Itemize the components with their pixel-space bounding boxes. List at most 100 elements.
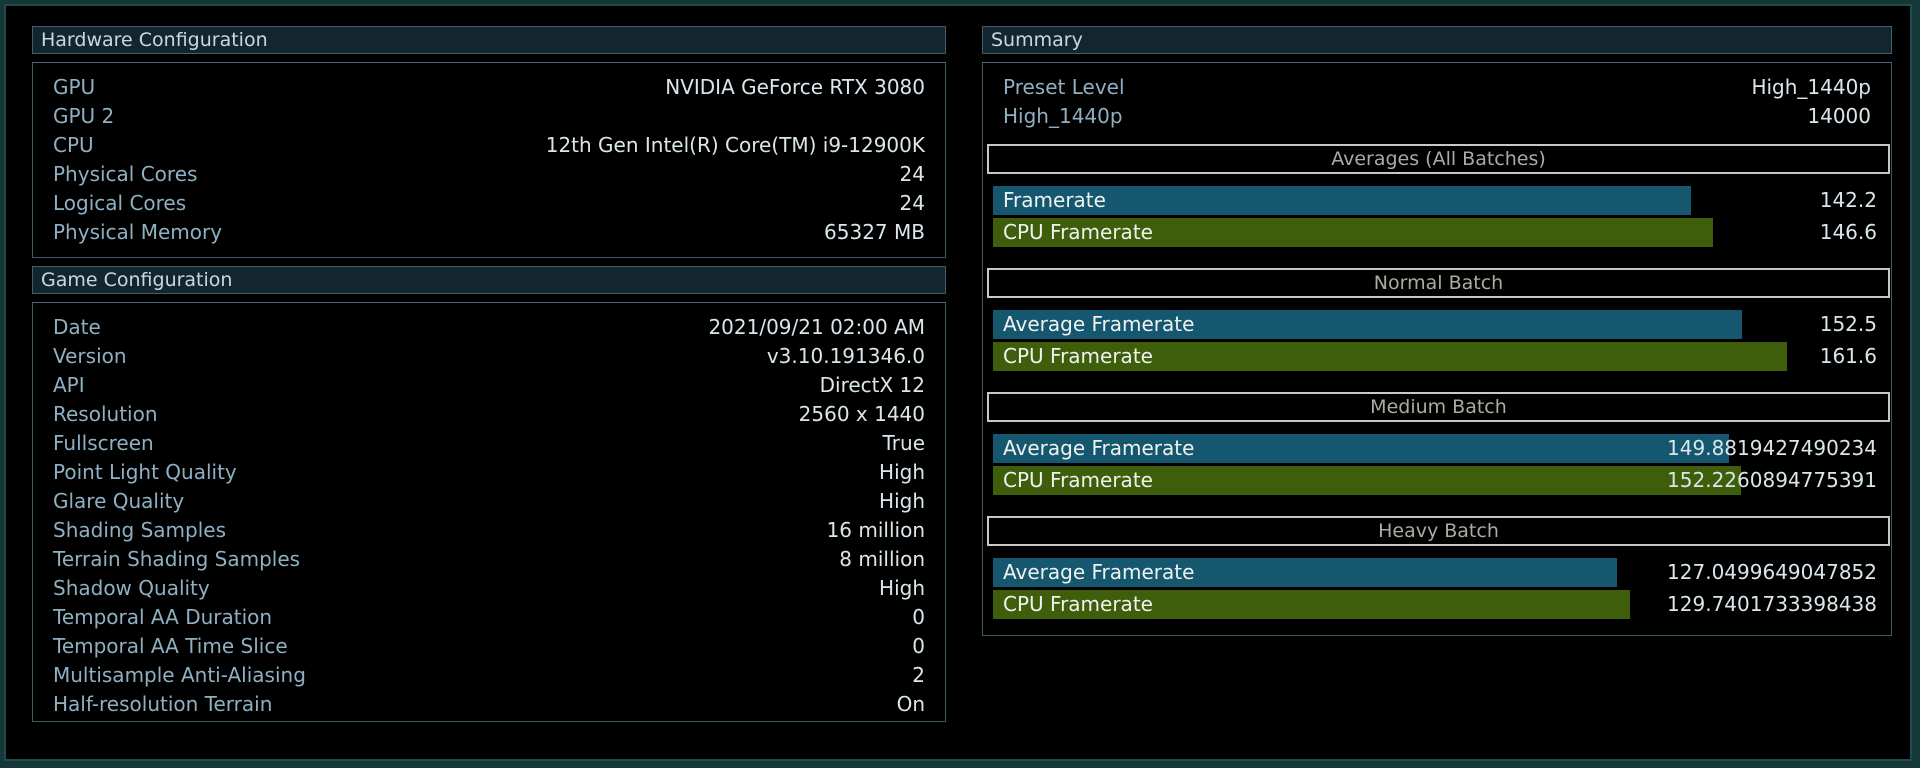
hw-row-physical-memory: Physical Memory 65327 MB	[53, 218, 925, 247]
game-row: Version v3.10.191346.0	[53, 342, 925, 371]
game-value: True	[882, 431, 925, 455]
game-value: High	[879, 460, 925, 484]
hw-label: Physical Memory	[53, 220, 223, 244]
hw-label: GPU 2	[53, 104, 115, 128]
hardware-config-panel: GPU NVIDIA GeForce RTX 3080 GPU 2 CPU 12…	[32, 62, 946, 258]
game-row: Glare Quality High	[53, 487, 925, 516]
bar-value: 152.2260894775391	[1667, 468, 1877, 492]
bar-label: Framerate	[1003, 188, 1106, 212]
bar-label: CPU Framerate	[1003, 220, 1153, 244]
cpu-framerate-bar-row: CPU Framerate 161.6	[993, 342, 1877, 371]
cpu-framerate-bar-row: CPU Framerate 152.2260894775391	[993, 466, 1877, 495]
hardware-config-header: Hardware Configuration	[32, 26, 946, 54]
average-framerate-bar-row: Average Framerate 149.8819427490234	[993, 434, 1877, 463]
bar-label: Average Framerate	[1003, 560, 1195, 584]
game-label: API	[53, 373, 85, 397]
hw-value: 24	[899, 191, 925, 215]
hw-label: GPU	[53, 75, 96, 99]
score-value: 14000	[1807, 104, 1871, 128]
bar-value: 146.6	[1819, 220, 1877, 244]
bar-value: 142.2	[1819, 188, 1877, 212]
left-column: Hardware Configuration GPU NVIDIA GeForc…	[32, 26, 946, 722]
game-label: Version	[53, 344, 127, 368]
game-row: Shadow Quality High	[53, 574, 925, 603]
score-label: High_1440p	[1003, 104, 1123, 128]
hw-value: 12th Gen Intel(R) Core(TM) i9-12900K	[545, 133, 925, 157]
game-value: DirectX 12	[819, 373, 925, 397]
hw-row-physical-cores: Physical Cores 24	[53, 160, 925, 189]
hw-row-gpu2: GPU 2	[53, 102, 925, 131]
medium-batch-header: Medium Batch	[987, 392, 1890, 422]
bar-value: 152.5	[1819, 312, 1877, 336]
bar-label: Average Framerate	[1003, 436, 1195, 460]
game-config-header: Game Configuration	[32, 266, 946, 294]
framerate-bar-row: Framerate 142.2	[993, 186, 1877, 215]
game-value: 0	[912, 634, 925, 658]
score-row: High_1440p 14000	[1003, 102, 1871, 131]
bar-value: 129.7401733398438	[1667, 592, 1877, 616]
game-row: Shading Samples 16 million	[53, 516, 925, 545]
game-value: v3.10.191346.0	[766, 344, 925, 368]
cpu-framerate-bar-row: CPU Framerate 146.6	[993, 218, 1877, 247]
game-value: 0	[912, 605, 925, 629]
hw-row-gpu: GPU NVIDIA GeForce RTX 3080	[53, 73, 925, 102]
game-label: Half-resolution Terrain	[53, 692, 273, 716]
game-row: Half-resolution Terrain On	[53, 690, 925, 719]
average-framerate-bar-row: Average Framerate 152.5	[993, 310, 1877, 339]
summary-header: Summary	[982, 26, 1892, 54]
averages-batch-header: Averages (All Batches)	[987, 144, 1890, 174]
game-label: Fullscreen	[53, 431, 154, 455]
hw-label: Logical Cores	[53, 191, 187, 215]
bar-label: CPU Framerate	[1003, 344, 1153, 368]
game-row: Point Light Quality High	[53, 458, 925, 487]
game-value: 8 million	[839, 547, 925, 571]
game-value: High	[879, 576, 925, 600]
normal-batch-header: Normal Batch	[987, 268, 1890, 298]
game-row: Multisample Anti-Aliasing 2	[53, 661, 925, 690]
summary-panel: Preset Level High_1440p High_1440p 14000…	[982, 62, 1892, 636]
game-value: 2560 x 1440	[798, 402, 925, 426]
game-value: 2	[912, 663, 925, 687]
game-label: Temporal AA Time Slice	[53, 634, 288, 658]
hw-value: 24	[899, 162, 925, 186]
benchmark-results-screen: Hardware Configuration GPU NVIDIA GeForc…	[4, 4, 1912, 761]
game-label: Resolution	[53, 402, 158, 426]
game-value: On	[896, 692, 925, 716]
bar-value: 127.0499649047852	[1667, 560, 1877, 584]
game-value: High	[879, 489, 925, 513]
game-row: Date 2021/09/21 02:00 AM	[53, 313, 925, 342]
bar-label: CPU Framerate	[1003, 592, 1153, 616]
hw-row-logical-cores: Logical Cores 24	[53, 189, 925, 218]
hw-row-cpu: CPU 12th Gen Intel(R) Core(TM) i9-12900K	[53, 131, 925, 160]
game-row: Resolution 2560 x 1440	[53, 400, 925, 429]
hw-label: CPU	[53, 133, 94, 157]
game-config-block: Game Configuration Date 2021/09/21 02:00 …	[32, 266, 946, 722]
game-config-panel: Date 2021/09/21 02:00 AM Version v3.10.191…	[32, 302, 946, 722]
game-label: Glare Quality	[53, 489, 185, 513]
game-label: Point Light Quality	[53, 460, 237, 484]
bar-label: CPU Framerate	[1003, 468, 1153, 492]
preset-level-label: Preset Level	[1003, 75, 1125, 99]
heavy-batch-header: Heavy Batch	[987, 516, 1890, 546]
bar-value: 149.8819427490234	[1667, 436, 1877, 460]
average-framerate-bar-row: Average Framerate 127.0499649047852	[993, 558, 1877, 587]
game-value: 16 million	[826, 518, 925, 542]
game-row: API DirectX 12	[53, 371, 925, 400]
hw-value: NVIDIA GeForce RTX 3080	[665, 75, 925, 99]
right-column: Summary Preset Level High_1440p High_144…	[982, 26, 1892, 636]
game-row: Terrain Shading Samples 8 million	[53, 545, 925, 574]
game-label: Shadow Quality	[53, 576, 210, 600]
game-label: Temporal AA Duration	[53, 605, 273, 629]
preset-level-row: Preset Level High_1440p	[1003, 73, 1871, 102]
bar-value: 161.6	[1819, 344, 1877, 368]
game-row: Temporal AA Duration 0	[53, 603, 925, 632]
game-row: Temporal AA Time Slice 0	[53, 632, 925, 661]
bar-label: Average Framerate	[1003, 312, 1195, 336]
game-value: 2021/09/21 02:00 AM	[708, 315, 925, 339]
game-label: Shading Samples	[53, 518, 227, 542]
game-row: Fullscreen True	[53, 429, 925, 458]
game-label: Date	[53, 315, 101, 339]
hw-value: 65327 MB	[824, 220, 925, 244]
game-label: Multisample Anti-Aliasing	[53, 663, 306, 687]
cpu-framerate-bar-row: CPU Framerate 129.7401733398438	[993, 590, 1877, 619]
